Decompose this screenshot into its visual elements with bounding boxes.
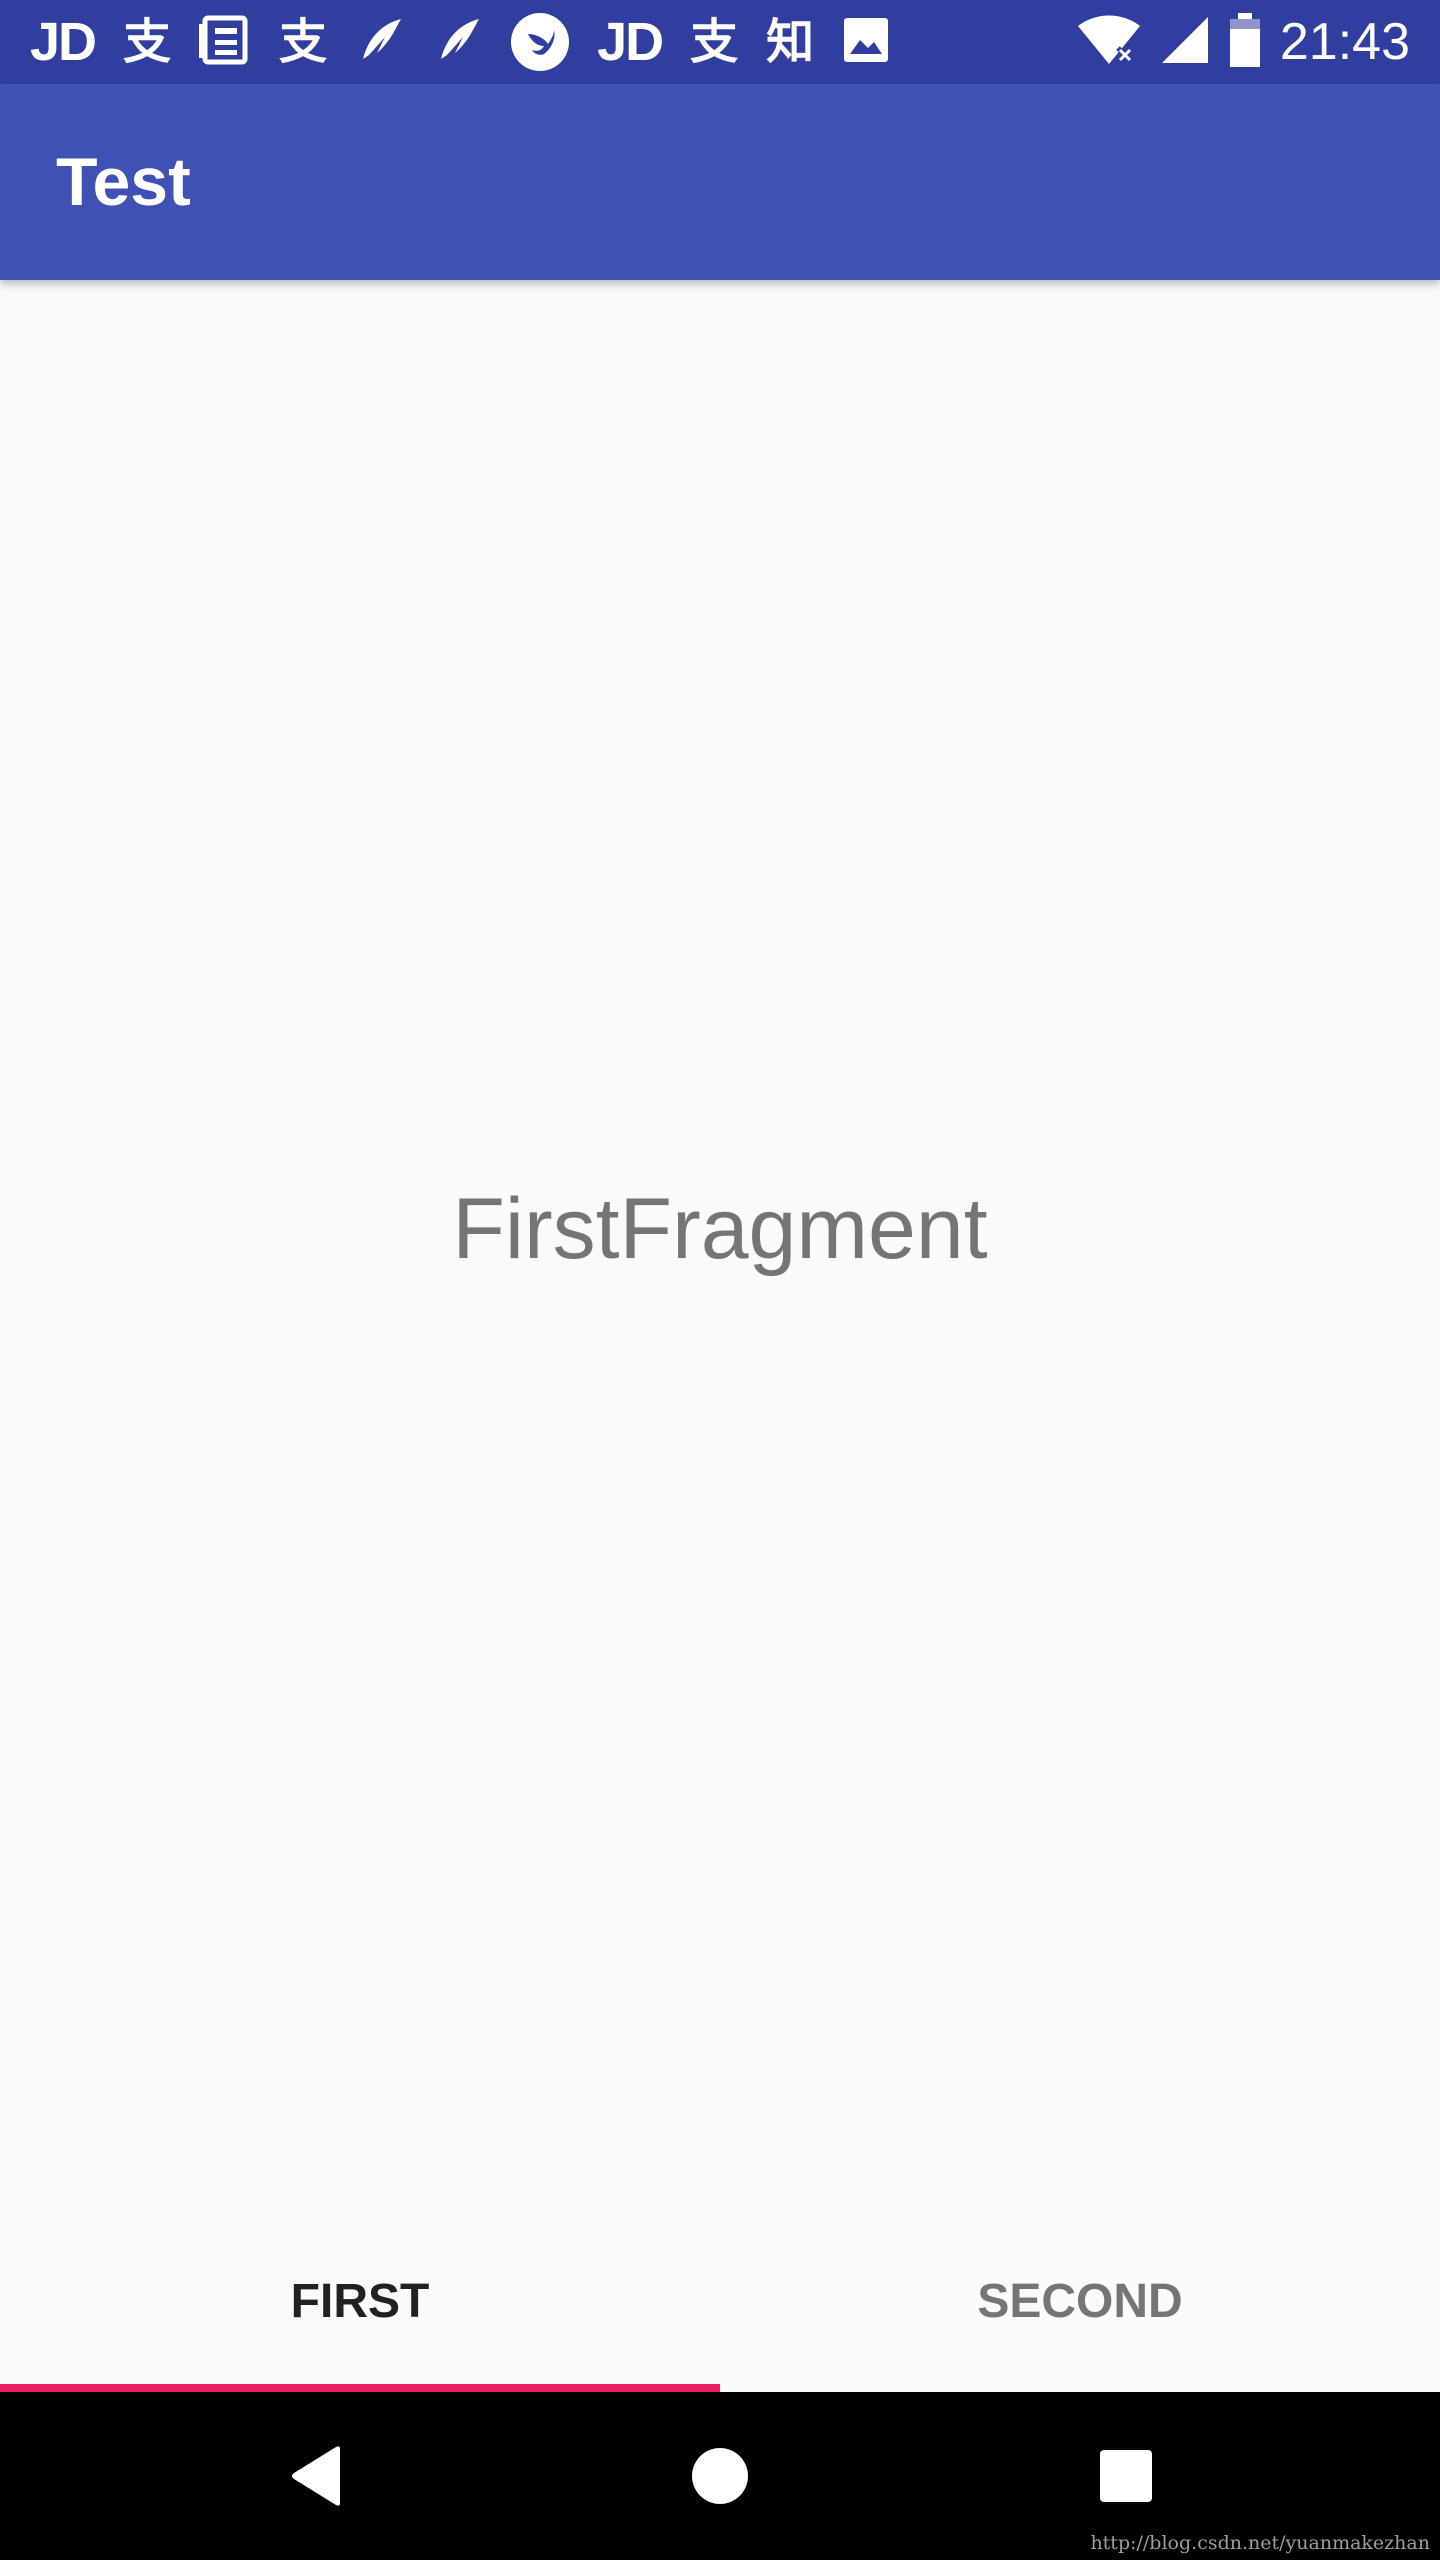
image-icon <box>842 16 890 68</box>
alipay-icon: 支 <box>690 14 739 70</box>
signal-icon <box>1160 15 1210 69</box>
zhihu-icon: 知 <box>766 14 815 70</box>
back-icon <box>292 2446 340 2506</box>
tab-second[interactable]: SECOND <box>720 2210 1440 2392</box>
alipay-icon: 支 <box>279 14 328 70</box>
back-button[interactable] <box>236 2392 396 2560</box>
tab-first[interactable]: FIRST <box>0 2210 720 2392</box>
jd-icon: JD <box>597 12 664 72</box>
app-title: Test <box>56 144 191 220</box>
jd-icon: JD <box>30 12 97 72</box>
feather-icon <box>433 15 483 69</box>
tab-bar: FIRST SECOND <box>0 2210 1440 2392</box>
clock: 21:43 <box>1279 13 1410 71</box>
news-icon <box>199 14 251 70</box>
navigation-bar: http://blog.csdn.net/yuanmakezhan <box>0 2392 1440 2560</box>
notification-icons: JD 支 支 JD 支 知 <box>30 0 890 84</box>
home-icon <box>692 2448 748 2504</box>
tab-indicator <box>0 2384 720 2392</box>
watermark: http://blog.csdn.net/yuanmakezhan <box>1090 2532 1430 2554</box>
wifi-icon <box>1076 14 1142 70</box>
fragment-container: FirstFragment <box>0 280 1440 2210</box>
alipay-icon: 支 <box>123 14 172 70</box>
app-bar: Test <box>0 84 1440 280</box>
status-bar: JD 支 支 JD 支 知 21:43 <box>0 0 1440 84</box>
battery-icon <box>1228 13 1262 71</box>
home-button[interactable] <box>640 2392 800 2560</box>
feather-icon <box>355 15 405 69</box>
fragment-label: FirstFragment <box>452 1181 988 1277</box>
system-icons: 21:43 <box>1076 0 1410 84</box>
recents-icon <box>1100 2450 1152 2502</box>
bird-icon <box>511 13 570 71</box>
